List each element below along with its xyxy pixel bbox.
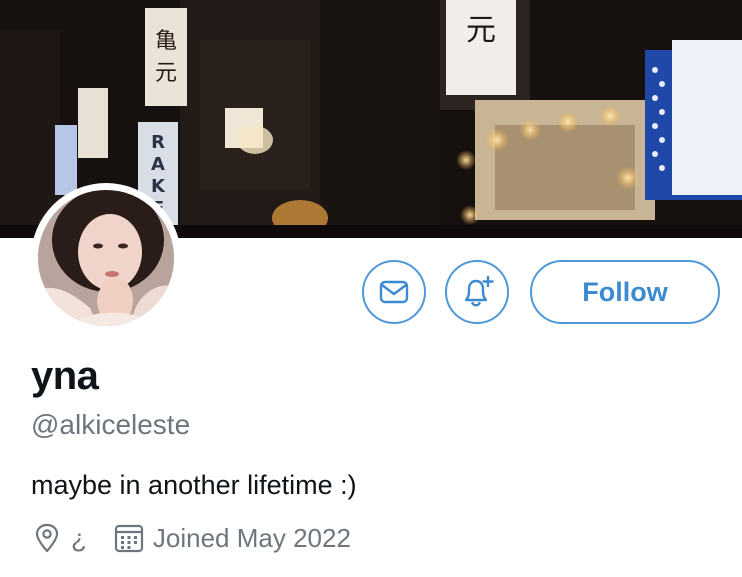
profile-joined: Joined May 2022 [113,522,351,554]
profile-meta: ¿ Joined May 2022 [31,519,377,557]
svg-text:R: R [151,132,165,153]
svg-text:A: A [151,154,165,175]
profile-bio: maybe in another lifetime :) [31,470,357,500]
avatar-photo [38,190,174,326]
notify-button[interactable] [445,260,509,324]
joined-date-text: Joined May 2022 [152,522,351,553]
map-pin-icon [31,522,63,554]
profile-page: 亀 元 R A K E 元 [0,0,742,577]
profile-handle: @alkiceleste [31,409,191,440]
svg-text:元: 元 [466,13,496,48]
calendar-icon [113,522,145,554]
message-button[interactable] [362,260,426,324]
profile-avatar[interactable] [31,183,181,333]
follow-button[interactable]: Follow [530,260,720,324]
display-name: yna [31,354,99,398]
svg-text:亀: 亀 [155,29,177,54]
svg-text:K: K [151,176,166,197]
profile-location: ¿ [31,522,87,554]
banner-sign-text-1: 元 [155,61,177,86]
bell-plus-icon [464,275,494,307]
location-text: ¿ [71,522,87,553]
envelope-icon [379,280,409,304]
